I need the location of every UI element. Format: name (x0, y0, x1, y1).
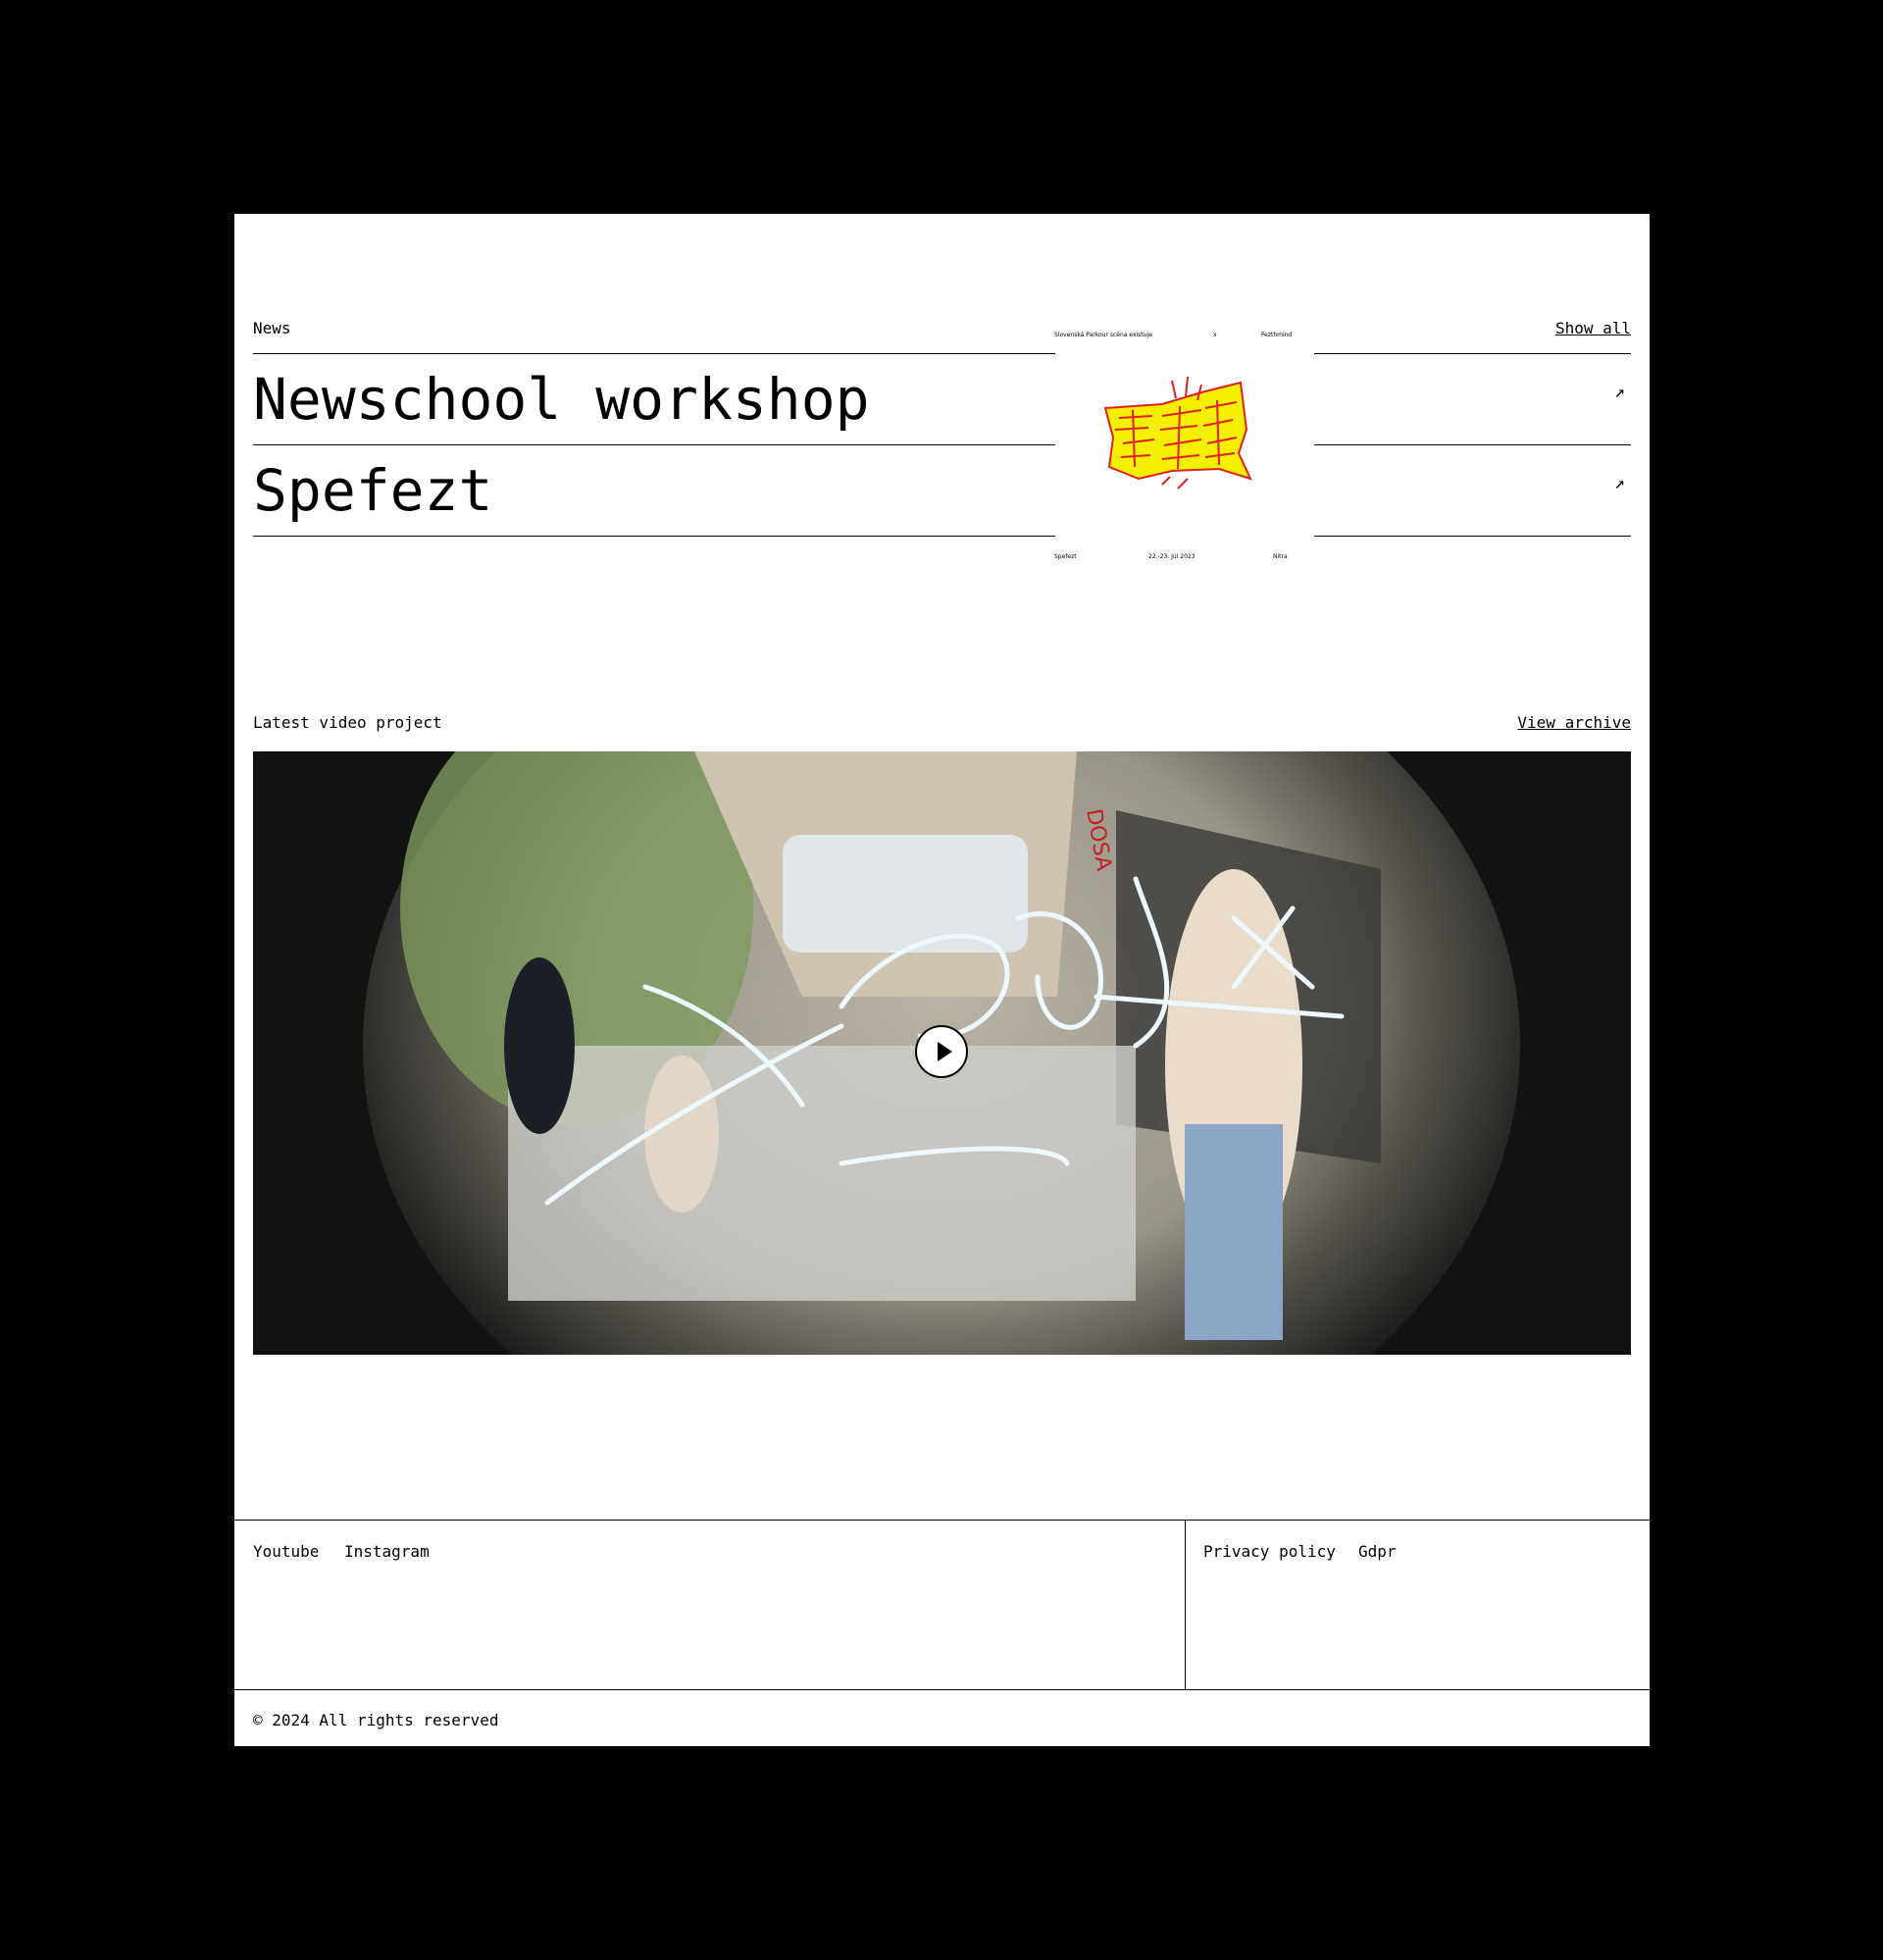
news-item-row-right[interactable]: ↗ (1314, 354, 1631, 445)
news-item-title: Newschool workshop (253, 366, 870, 433)
footer-rule-middle (234, 1689, 1650, 1690)
poster-text: Nitra (1273, 553, 1288, 560)
footer-divider (1185, 1520, 1186, 1689)
page: News Show all Newschool workshop ↗ Spefe… (234, 214, 1650, 1746)
footer-rule-top (234, 1520, 1650, 1521)
video-section-label: Latest video project (253, 713, 442, 732)
news-item-title: Spefezt (253, 457, 493, 524)
play-icon[interactable] (915, 1025, 968, 1078)
poster-text: 22.-23. Júl 2023 (1148, 553, 1196, 560)
spefezt-poster-image: Slovenská Parkour scéna existuje x Fezth… (1054, 332, 1313, 589)
poster-graffiti-logo (1103, 376, 1252, 490)
instagram-link[interactable]: Instagram (344, 1542, 430, 1561)
arrow-up-right-icon: ↗ (1614, 382, 1625, 402)
copyright-text: © 2024 All rights reserved (253, 1711, 499, 1729)
gdpr-link[interactable]: Gdpr (1358, 1542, 1397, 1561)
news-item-spefezt[interactable]: Spefezt (253, 445, 1055, 537)
news-item-row-right[interactable]: ↗ (1314, 445, 1631, 537)
news-section-label: News (253, 319, 291, 337)
news-item-newschool-workshop[interactable]: Newschool workshop (253, 354, 1055, 445)
arrow-up-right-icon: ↗ (1614, 473, 1625, 493)
view-archive-link[interactable]: View archive (1517, 713, 1631, 732)
privacy-policy-link[interactable]: Privacy policy (1203, 1542, 1336, 1561)
poster-text: Spefezt (1054, 553, 1077, 560)
video-player[interactable]: DOSA (253, 751, 1631, 1355)
show-all-link[interactable]: Show all (1555, 319, 1631, 337)
youtube-link[interactable]: Youtube (253, 1542, 319, 1561)
